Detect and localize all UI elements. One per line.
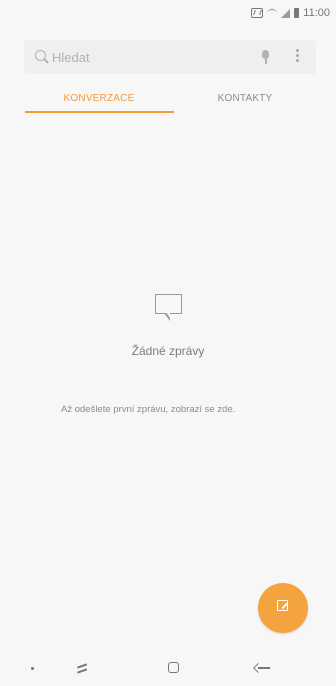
compose-icon	[277, 600, 288, 611]
active-tab-indicator	[25, 111, 174, 113]
tab-contacts[interactable]: KONTAKTY	[174, 82, 316, 114]
menu-dot	[296, 49, 299, 52]
search-bar[interactable]	[24, 40, 316, 74]
battery-icon	[294, 8, 300, 18]
status-icons: 11:00	[251, 6, 330, 20]
mic-icon[interactable]	[262, 50, 269, 64]
search-icon	[35, 50, 46, 61]
status-time: 11:00	[303, 7, 330, 19]
nfc-icon	[251, 8, 264, 18]
empty-state-title: Žádné zprávy	[131, 344, 205, 358]
recent-apps-icon[interactable]	[76, 662, 88, 674]
tab-bar: KONVERZACE KONTAKTY	[24, 82, 316, 114]
empty-state-description: Až odešlete první zprávu, zobrazí se zde…	[61, 404, 236, 415]
speech-bubble-icon	[155, 294, 182, 321]
back-icon[interactable]	[257, 661, 270, 674]
menu-dot	[296, 59, 299, 62]
navigation-bar	[0, 650, 336, 686]
tab-conversations[interactable]: KONVERZACE	[24, 82, 174, 114]
signal-icon	[281, 8, 291, 18]
menu-dot	[296, 54, 299, 57]
menu-icon[interactable]	[296, 49, 299, 65]
home-icon[interactable]	[168, 662, 179, 673]
status-bar: 11:00	[0, 0, 336, 26]
wifi-icon	[267, 9, 278, 17]
compose-message-button[interactable]	[258, 583, 308, 633]
search-input[interactable]	[52, 47, 232, 67]
navigation-dot	[31, 667, 34, 670]
